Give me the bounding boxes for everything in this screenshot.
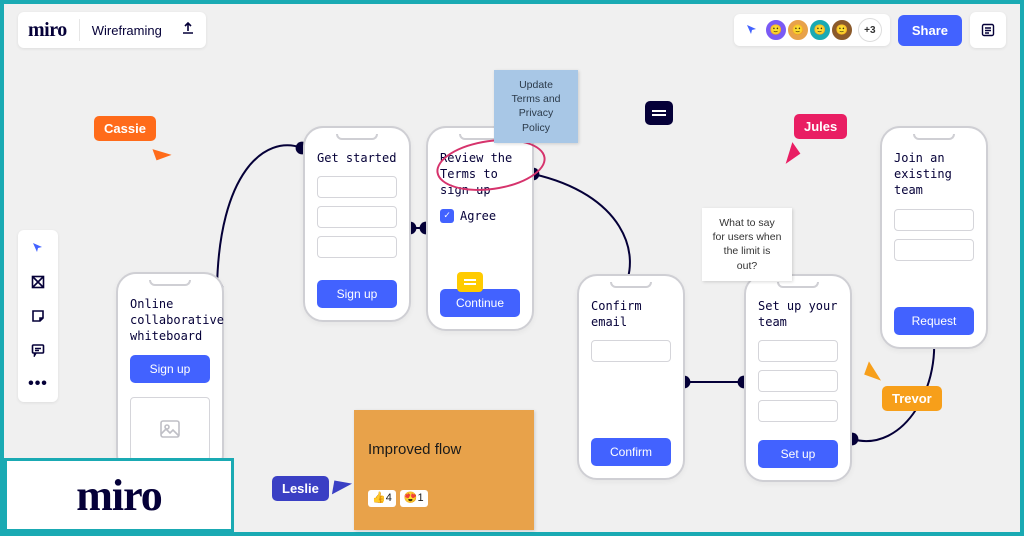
app-frame: miro Wireframing 🙂 🙂 🙂 🙂 +3 Share ••• (0, 0, 1024, 536)
phone-title: Join an existing team (894, 150, 974, 199)
input-field[interactable] (317, 176, 397, 198)
reaction-heart-eyes[interactable]: 😍1 (400, 490, 428, 507)
agree-label: Agree (460, 209, 496, 223)
continue-button[interactable]: Continue (440, 289, 520, 317)
activity-button[interactable] (970, 12, 1006, 48)
topbar-right: 🙂 🙂 🙂 🙂 +3 Share (734, 12, 1006, 48)
shape-tool[interactable] (26, 272, 50, 292)
logo-big: miro (76, 470, 162, 521)
avatar-group[interactable]: 🙂 🙂 🙂 🙂 +3 (734, 14, 890, 46)
comment-tool[interactable] (26, 340, 50, 360)
cursor-label: Trevor (882, 386, 942, 411)
phone-setup-team[interactable]: Set up your team Set up (744, 274, 852, 482)
cursor-jules: Jules (794, 114, 847, 139)
cursor-label: Leslie (272, 476, 329, 501)
phone-online-whiteboard[interactable]: Online collaborative whiteboard Sign up (116, 272, 224, 475)
cursor-label: Cassie (94, 116, 156, 141)
checkbox-checked-icon: ✓ (440, 209, 454, 223)
logo-small[interactable]: miro (28, 19, 67, 42)
sticky-update-terms[interactable]: Update Terms and Privacy Policy (494, 70, 578, 143)
comment-yellow-icon[interactable] (457, 272, 483, 292)
cursor-label: Jules (794, 114, 847, 139)
cursor-arrow-icon (332, 480, 352, 497)
cursor-cassie: Cassie (94, 116, 156, 141)
phone-join-team[interactable]: Join an existing team Request (880, 126, 988, 349)
phone-title: Get started (317, 150, 397, 166)
avatar-3[interactable]: 🙂 (808, 18, 832, 42)
reactions: 👍4 😍1 (368, 490, 520, 507)
upload-icon[interactable] (180, 20, 196, 41)
avatar-overflow[interactable]: +3 (858, 18, 882, 42)
input-field[interactable] (894, 209, 974, 231)
confirm-button[interactable]: Confirm (591, 438, 671, 466)
sticky-limit[interactable]: What to say for users when the limit is … (702, 208, 792, 281)
avatar-4[interactable]: 🙂 (830, 18, 854, 42)
phone-get-started[interactable]: Get started Sign up (303, 126, 411, 322)
phone-confirm-email[interactable]: Confirm email Confirm (577, 274, 685, 480)
pointer-tool[interactable] (26, 238, 50, 258)
request-button[interactable]: Request (894, 307, 974, 335)
setup-button[interactable]: Set up (758, 440, 838, 468)
cursor-icon (742, 20, 762, 40)
phone-title: Online collaborative whiteboard (130, 296, 210, 345)
topbar-left: miro Wireframing (18, 12, 206, 48)
phone-title: Set up your team (758, 298, 838, 330)
sticky-title: Improved flow (368, 441, 461, 458)
agree-checkbox-row[interactable]: ✓ Agree (440, 209, 520, 223)
logo-block: miro (4, 458, 234, 532)
phone-title: Confirm email (591, 298, 671, 330)
signup-button[interactable]: Sign up (317, 280, 397, 308)
cursor-arrow-icon (778, 142, 801, 164)
canvas[interactable]: miro Wireframing 🙂 🙂 🙂 🙂 +3 Share ••• (4, 4, 1020, 532)
comment-bubble-icon[interactable] (645, 101, 673, 125)
notch-icon (777, 282, 819, 288)
phone-review-terms[interactable]: Review the Terms to sign up ✓ Agree Cont… (426, 126, 534, 331)
phone-title: Review the Terms to sign up (440, 150, 520, 199)
divider (79, 19, 80, 41)
sticky-tool[interactable] (26, 306, 50, 326)
avatar-2[interactable]: 🙂 (786, 18, 810, 42)
signup-button[interactable]: Sign up (130, 355, 210, 383)
input-field[interactable] (758, 340, 838, 362)
image-placeholder-icon (130, 397, 210, 461)
input-field[interactable] (758, 370, 838, 392)
avatar-1[interactable]: 🙂 (764, 18, 788, 42)
toolbar: ••• (18, 230, 58, 402)
share-button[interactable]: Share (898, 15, 962, 46)
cursor-trevor: Trevor (882, 386, 942, 411)
cursor-arrow-icon (152, 144, 171, 161)
notch-icon (610, 282, 652, 288)
notch-icon (149, 280, 191, 286)
notch-icon (913, 134, 955, 140)
more-tools[interactable]: ••• (26, 374, 50, 394)
input-field[interactable] (758, 400, 838, 422)
notch-icon (336, 134, 378, 140)
input-field[interactable] (317, 236, 397, 258)
input-field[interactable] (317, 206, 397, 228)
reaction-thumbsup[interactable]: 👍4 (368, 490, 396, 507)
input-field[interactable] (591, 340, 671, 362)
cursor-leslie: Leslie (272, 476, 351, 501)
board-name[interactable]: Wireframing (92, 23, 162, 38)
input-field[interactable] (894, 239, 974, 261)
cursor-arrow-icon (864, 361, 886, 380)
sticky-improved-flow[interactable]: Improved flow 👍4 😍1 (354, 410, 534, 530)
